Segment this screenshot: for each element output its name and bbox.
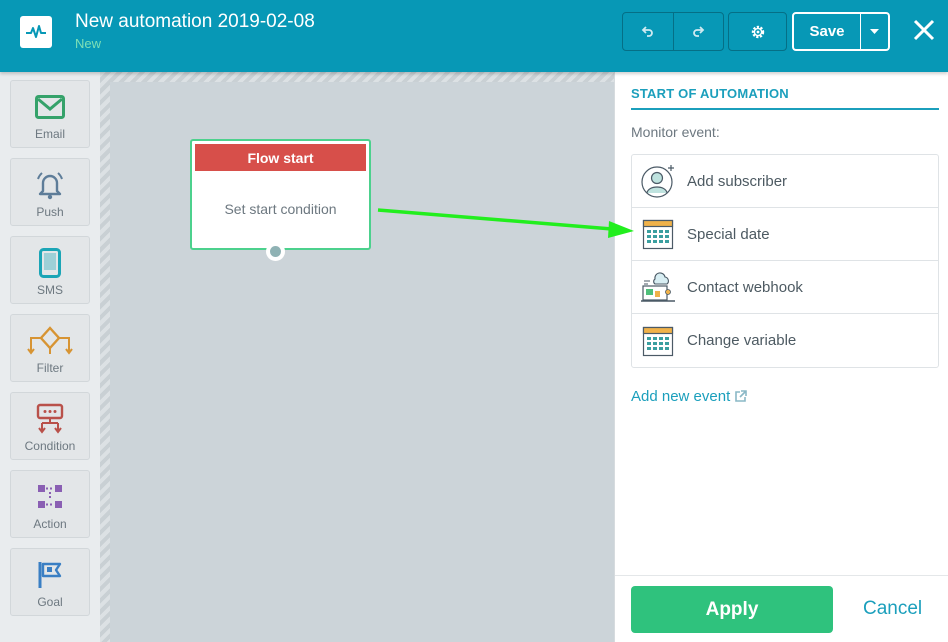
tool-email-label: Email [34, 127, 65, 141]
gear-icon [751, 25, 764, 38]
event-special-date[interactable]: Special date [632, 208, 938, 261]
condition-icon [34, 403, 66, 435]
panel-title: START OF AUTOMATION [631, 86, 789, 101]
flow-start-title: Flow start [195, 144, 366, 171]
save-button[interactable]: Save [794, 14, 861, 49]
history-buttons [622, 12, 724, 51]
calendar-icon [641, 324, 675, 358]
undo-icon [641, 25, 653, 37]
event-label: Change variable [687, 332, 797, 349]
tool-sms[interactable]: SMS [10, 236, 90, 304]
panel-title-divider [631, 108, 939, 110]
automation-title[interactable]: New automation 2019-02-08 [75, 11, 315, 33]
undo-button[interactable] [623, 13, 673, 50]
event-list: Add subscriber Special date Contact webh… [631, 154, 939, 368]
tool-action[interactable]: Action [10, 470, 90, 538]
status-badge: New [75, 36, 102, 51]
envelope-icon [35, 91, 65, 123]
apply-button[interactable]: Apply [631, 586, 833, 633]
event-add-subscriber[interactable]: Add subscriber [632, 155, 938, 208]
tool-push-label: Push [36, 205, 64, 219]
node-output-port[interactable] [266, 242, 285, 261]
tool-filter[interactable]: Filter [10, 314, 90, 382]
event-label: Contact webhook [687, 278, 803, 296]
bell-icon [34, 169, 66, 201]
add-subscriber-icon [641, 164, 675, 198]
event-label: Special date [687, 225, 770, 243]
chevron-down-icon [870, 28, 879, 34]
event-contact-webhook[interactable]: Contact webhook [632, 261, 938, 314]
element-toolbox: Email Push SMS Filter Condition Action G… [0, 72, 100, 642]
external-link-icon [735, 390, 748, 402]
close-icon [913, 19, 935, 41]
settings-button[interactable] [728, 12, 787, 51]
filter-icon [27, 325, 73, 357]
tool-goal[interactable]: Goal [10, 548, 90, 616]
settings-panel: START OF AUTOMATION Monitor event: Add s… [614, 72, 948, 642]
tool-goal-label: Goal [37, 595, 63, 609]
flow-start-node[interactable]: Flow start Set start condition [190, 139, 371, 250]
tool-condition[interactable]: Condition [10, 392, 90, 460]
add-new-event-link[interactable]: Add new event [631, 388, 748, 405]
calendar-icon [641, 217, 675, 251]
tool-filter-label: Filter [36, 361, 64, 375]
panel-footer: Apply Cancel [615, 575, 948, 642]
event-label: Add subscriber [687, 172, 788, 190]
phone-icon [39, 247, 61, 279]
tool-email[interactable]: Email [10, 80, 90, 148]
tool-action-label: Action [33, 517, 67, 531]
webhook-icon [641, 270, 675, 304]
top-bar: New automation 2019-02-08 New Save [0, 0, 948, 72]
event-change-variable[interactable]: Change variable [632, 314, 938, 367]
tool-condition-label: Condition [24, 439, 76, 453]
cancel-button[interactable]: Cancel [863, 598, 922, 620]
add-new-event-label: Add new event [631, 388, 731, 405]
save-split-button: Save [792, 12, 890, 51]
monitor-event-label: Monitor event: [631, 124, 720, 140]
close-button[interactable] [908, 14, 940, 46]
action-icon [35, 481, 65, 513]
save-options-button[interactable] [861, 14, 888, 49]
redo-button[interactable] [672, 13, 724, 50]
redo-icon [693, 25, 705, 37]
pulse-logo-icon [20, 16, 52, 48]
flag-icon [36, 559, 64, 591]
tool-sms-label: SMS [36, 283, 63, 297]
tool-push[interactable]: Push [10, 158, 90, 226]
flow-start-body: Set start condition [224, 201, 337, 217]
